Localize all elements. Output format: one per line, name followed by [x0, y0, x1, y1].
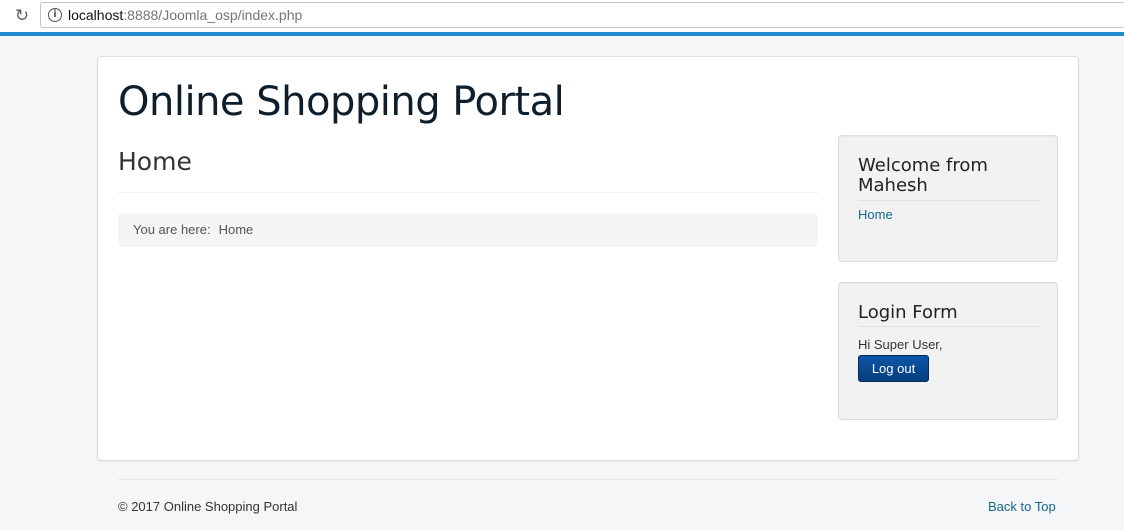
- logout-button[interactable]: Log out: [858, 355, 929, 382]
- info-icon[interactable]: i: [48, 8, 62, 22]
- login-greeting: Hi Super User,: [858, 337, 943, 352]
- breadcrumb-item-home: Home: [218, 222, 254, 237]
- footer-copyright: © 2017 Online Shopping Portal: [118, 499, 298, 514]
- login-module-title: Login Form: [858, 302, 958, 323]
- url-path: :8888/Joomla_osp/index.php: [123, 7, 303, 23]
- url-text: localhost:8888/Joomla_osp/index.php: [68, 7, 302, 24]
- login-module: Login Form Hi Super User, Log out: [838, 282, 1058, 420]
- page-title: Home: [118, 147, 192, 176]
- menu-item-home[interactable]: Home: [858, 207, 893, 223]
- welcome-module: Welcome from Mahesh Home: [838, 135, 1058, 262]
- main-container: Online Shopping Portal Home You are here…: [97, 56, 1079, 461]
- breadcrumb: You are here: Home: [118, 213, 818, 247]
- page-header: Home: [118, 145, 818, 193]
- footer-divider: [118, 479, 1058, 480]
- url-host: localhost: [68, 7, 124, 23]
- reload-icon[interactable]: ↻: [12, 6, 32, 26]
- site-title[interactable]: Online Shopping Portal: [118, 77, 565, 127]
- welcome-module-title: Welcome from Mahesh: [858, 155, 988, 196]
- breadcrumb-label: You are here:: [133, 222, 211, 237]
- back-to-top-link[interactable]: Back to Top: [988, 499, 1056, 515]
- module-divider: [858, 200, 1040, 201]
- browser-address-bar: ↻ i localhost:8888/Joomla_osp/index.php: [0, 0, 1124, 32]
- accent-bar: [0, 32, 1124, 36]
- url-field[interactable]: i localhost:8888/Joomla_osp/index.php: [40, 2, 1124, 28]
- module-divider: [858, 326, 1040, 327]
